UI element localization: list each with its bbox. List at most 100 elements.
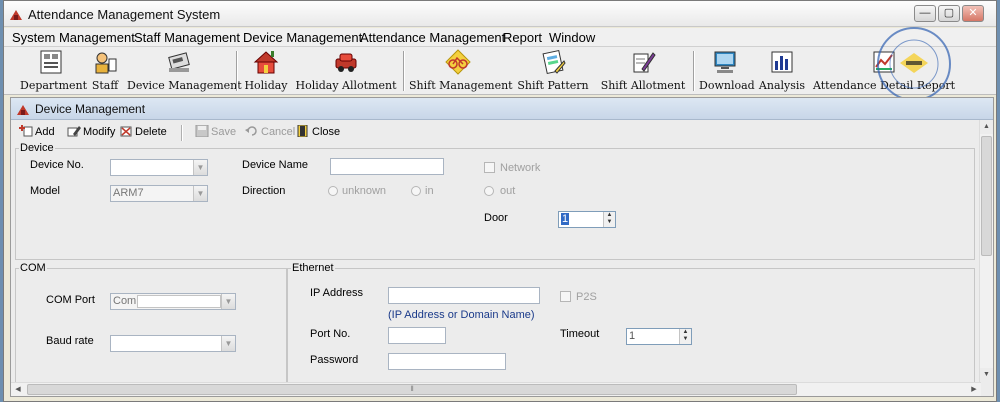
close-window-button[interactable]: ✕ bbox=[962, 5, 984, 22]
toolbar-label: Shift Allotment bbox=[600, 79, 686, 92]
save-button[interactable]: Save bbox=[195, 125, 236, 138]
staff-icon bbox=[95, 52, 117, 74]
p2s-checkbox[interactable] bbox=[560, 291, 571, 302]
network-label: Network bbox=[500, 162, 541, 174]
close-button[interactable]: Close bbox=[296, 125, 340, 138]
toolbar-label: Device Management bbox=[127, 79, 242, 92]
title-bar[interactable]: Attendance Management System — ▢ ✕ bbox=[4, 1, 996, 27]
device-group: Device Device No. ▼ Device Name Network … bbox=[15, 142, 975, 260]
main-toolbar: Department Staff Device Management Holid… bbox=[4, 47, 996, 95]
scroll-right-icon[interactable]: ▶ bbox=[967, 383, 981, 396]
toolbar-label: Department bbox=[20, 79, 88, 92]
toolbar-holiday-button[interactable]: Holiday bbox=[242, 49, 290, 93]
door-exit-icon bbox=[297, 125, 308, 137]
child-title-bar[interactable]: Device Management bbox=[11, 98, 993, 120]
door-spinner[interactable]: 1 ▲ ▼ bbox=[558, 211, 616, 228]
toolbar-label: Holiday Allotment bbox=[295, 79, 397, 92]
toolbar-analysis-button[interactable]: Analysis bbox=[756, 49, 808, 93]
scroll-up-icon[interactable]: ▲ bbox=[980, 120, 993, 134]
maximize-button[interactable]: ▢ bbox=[938, 5, 960, 22]
model-select[interactable]: ARM7 ▼ bbox=[110, 185, 208, 202]
vertical-scroll-thumb[interactable] bbox=[981, 136, 992, 256]
holiday-house-icon bbox=[253, 51, 279, 74]
direction-label: Direction bbox=[242, 185, 286, 197]
ip-address-label: IP Address bbox=[310, 287, 363, 299]
com-group: COM COM Port Com ▼ Baud rate ▼ bbox=[15, 262, 287, 386]
app-icon bbox=[10, 10, 22, 20]
direction-unknown-radio[interactable] bbox=[328, 186, 338, 196]
modify-icon bbox=[67, 126, 81, 137]
bicycle-icon bbox=[445, 49, 471, 75]
horizontal-scrollbar[interactable]: ◀ ⦀ ▶ bbox=[11, 382, 981, 396]
modify-button[interactable]: Modify bbox=[67, 125, 115, 138]
direction-in-radio[interactable] bbox=[411, 186, 421, 196]
computer-icon bbox=[714, 51, 736, 73]
add-button[interactable]: Add bbox=[19, 125, 55, 138]
toolbar-label: Analysis bbox=[758, 79, 806, 92]
close-label: Close bbox=[312, 126, 341, 138]
toolbar-separator bbox=[403, 51, 405, 91]
timeout-spinner[interactable]: 1 ▲ ▼ bbox=[626, 328, 692, 345]
direction-in-label: in bbox=[425, 185, 434, 197]
menu-attendance-management[interactable]: Attendance Management bbox=[360, 30, 505, 45]
chevron-down-icon: ▼ bbox=[221, 336, 235, 351]
device-name-label: Device Name bbox=[242, 159, 309, 171]
com-port-prefix: Com bbox=[113, 295, 137, 307]
action-separator bbox=[181, 125, 183, 141]
toolbar-download-button[interactable]: Download bbox=[699, 49, 755, 93]
main-window: Attendance Management System — ▢ ✕ Syste… bbox=[3, 0, 997, 402]
toolbar-shift-management-button[interactable]: Shift Management bbox=[409, 49, 513, 93]
add-icon bbox=[19, 125, 33, 137]
chevron-down-icon: ▼ bbox=[193, 186, 207, 201]
delete-button[interactable]: Delete bbox=[119, 125, 167, 138]
baud-rate-select[interactable]: ▼ bbox=[110, 335, 236, 352]
toolbar-label: Staff bbox=[91, 79, 119, 92]
toolbar-department-button[interactable]: Department bbox=[20, 49, 88, 93]
door-label: Door bbox=[484, 212, 508, 224]
device-no-label: Device No. bbox=[30, 159, 84, 171]
spinner-arrows-icon[interactable]: ▲ ▼ bbox=[679, 329, 691, 344]
ethernet-legend: Ethernet bbox=[291, 262, 335, 274]
device-icon bbox=[168, 52, 190, 72]
cancel-label: Cancel bbox=[261, 126, 296, 138]
device-name-input[interactable] bbox=[330, 158, 444, 175]
toolbar-shift-allotment-button[interactable]: Shift Allotment bbox=[598, 49, 688, 93]
scroll-down-icon[interactable]: ▼ bbox=[980, 368, 993, 382]
com-legend: COM bbox=[19, 262, 47, 274]
door-value: 1 bbox=[561, 213, 570, 225]
delete-label: Delete bbox=[135, 126, 167, 138]
toolbar-label: Shift Pattern bbox=[517, 79, 589, 92]
device-no-select[interactable]: ▼ bbox=[110, 159, 208, 176]
toolbar-staff-button[interactable]: Staff bbox=[87, 49, 123, 93]
vertical-scrollbar[interactable]: ▲ ▼ bbox=[979, 120, 993, 382]
company-stamp bbox=[877, 27, 951, 101]
device-legend: Device bbox=[19, 142, 55, 154]
port-no-input[interactable] bbox=[388, 327, 446, 344]
ip-address-input[interactable] bbox=[388, 287, 540, 304]
minimize-button[interactable]: — bbox=[914, 5, 936, 22]
save-icon bbox=[195, 125, 209, 137]
toolbar-device-management-button[interactable]: Device Management bbox=[127, 49, 242, 93]
menu-system-management[interactable]: System Management bbox=[12, 30, 135, 45]
network-checkbox[interactable] bbox=[484, 162, 495, 173]
modify-label: Modify bbox=[83, 126, 116, 138]
direction-out-radio[interactable] bbox=[484, 186, 494, 196]
toolbar-shift-pattern-button[interactable]: Shift Pattern bbox=[512, 49, 594, 93]
menu-staff-management[interactable]: Staff Management bbox=[134, 30, 240, 45]
toolbar-holiday-allotment-button[interactable]: Holiday Allotment bbox=[294, 49, 398, 93]
scroll-left-icon[interactable]: ◀ bbox=[11, 383, 25, 396]
spinner-arrows-icon[interactable]: ▲ ▼ bbox=[603, 212, 615, 227]
ethernet-group: Ethernet IP Address (IP Address or Domai… bbox=[287, 262, 975, 386]
department-icon bbox=[40, 50, 62, 74]
cancel-button[interactable]: Cancel bbox=[245, 125, 295, 138]
horizontal-scroll-thumb[interactable]: ⦀ bbox=[27, 384, 797, 395]
menu-report[interactable]: Report bbox=[503, 30, 542, 45]
menu-device-management[interactable]: Device Management bbox=[243, 30, 362, 45]
toolbar-label: Holiday bbox=[244, 79, 288, 92]
com-port-select[interactable]: Com ▼ bbox=[110, 293, 236, 310]
device-management-window: Device Management Add Modify Delete Save… bbox=[10, 97, 994, 397]
password-input[interactable] bbox=[388, 353, 506, 370]
model-label: Model bbox=[30, 185, 60, 197]
menu-window[interactable]: Window bbox=[549, 30, 595, 45]
com-port-label: COM Port bbox=[46, 294, 95, 306]
